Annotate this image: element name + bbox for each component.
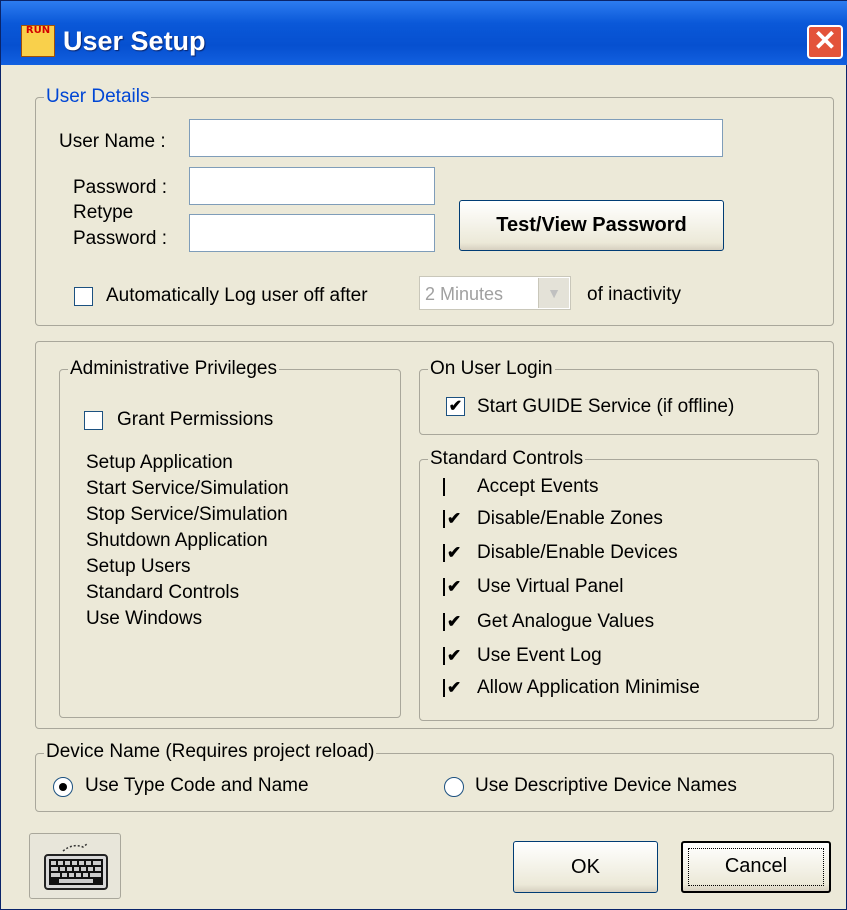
grant-permissions-label: Grant Permissions: [117, 409, 274, 430]
auto-logoff-checkbox[interactable]: [74, 287, 93, 306]
retype-password-input[interactable]: [189, 214, 435, 252]
admin-item: Setup Users: [86, 556, 191, 577]
accept-events-checkbox[interactable]: [443, 478, 463, 496]
auto-logoff-label: Automatically Log user off after: [106, 285, 368, 306]
standard-control-label: Use Virtual Panel: [477, 576, 624, 597]
window-title: User Setup: [63, 26, 206, 56]
app-icon: RUN: [21, 25, 55, 57]
user-details-legend: User Details: [44, 86, 152, 108]
inactivity-label: of inactivity: [587, 284, 681, 305]
standard-control-label: Use Event Log: [477, 645, 602, 666]
ok-label: OK: [571, 856, 600, 878]
test-view-password-button[interactable]: Test/View Password: [459, 200, 724, 251]
checkmark-icon: ✔: [448, 398, 463, 415]
chevron-down-icon[interactable]: ▼: [538, 278, 569, 308]
keyboard-button[interactable]: [29, 833, 121, 899]
user-name-input[interactable]: [189, 119, 723, 157]
ok-button[interactable]: OK: [513, 841, 658, 893]
admin-item: Use Windows: [86, 608, 203, 629]
standard-control-label: Get Analogue Values: [477, 611, 655, 632]
start-guide-label: Start GUIDE Service (if offline): [477, 396, 735, 417]
checkmark-icon: ✔: [447, 678, 462, 697]
cancel-label: Cancel: [724, 855, 788, 877]
on-user-login-legend: On User Login: [428, 358, 555, 380]
allow-minimise-checkbox[interactable]: ✔: [443, 679, 463, 697]
admin-item: Start Service/Simulation: [86, 478, 289, 499]
auto-logoff-select[interactable]: 2 Minutes ▼: [419, 276, 571, 310]
standard-controls-legend: Standard Controls: [428, 448, 586, 470]
descriptive-names-label: Use Descriptive Device Names: [475, 775, 737, 796]
disable-enable-devices-checkbox[interactable]: ✔: [443, 544, 463, 562]
close-button[interactable]: ✕: [807, 25, 843, 59]
checkmark-icon: ✔: [447, 646, 462, 665]
checkmark-icon: ✔: [447, 612, 462, 631]
admin-item: Standard Controls: [86, 582, 240, 603]
standard-control-label: Disable/Enable Devices: [477, 542, 678, 563]
test-view-password-label: Test/View Password: [496, 214, 687, 236]
admin-item: Stop Service/Simulation: [86, 504, 288, 525]
admin-item: Shutdown Application: [86, 530, 268, 551]
checkmark-icon: ✔: [447, 543, 462, 562]
descriptive-names-radio[interactable]: [444, 777, 464, 797]
retype-label-line2: Password :: [73, 228, 167, 249]
standard-control-label: Allow Application Minimise: [477, 677, 700, 698]
device-name-legend: Device Name (Requires project reload): [44, 741, 377, 763]
cancel-button[interactable]: Cancel: [681, 841, 831, 893]
use-event-log-checkbox[interactable]: ✔: [443, 647, 463, 665]
auto-logoff-select-value: 2 Minutes: [425, 284, 504, 304]
radio-selected-dot: [59, 783, 67, 791]
admin-item: Setup Application: [86, 452, 233, 473]
start-guide-checkbox[interactable]: ✔: [446, 397, 465, 416]
password-input[interactable]: [189, 167, 435, 205]
checkmark-icon: ✔: [447, 509, 462, 528]
use-virtual-panel-checkbox[interactable]: ✔: [443, 578, 463, 596]
close-icon: ✕: [813, 25, 837, 56]
get-analogue-values-checkbox[interactable]: ✔: [443, 613, 463, 631]
type-code-label: Use Type Code and Name: [85, 775, 309, 796]
type-code-radio[interactable]: [53, 777, 73, 797]
keyboard-icon: [44, 843, 108, 890]
retype-label-line1: Retype: [73, 202, 134, 223]
checkmark-icon: ✔: [447, 577, 462, 596]
app-icon-text: RUN: [25, 25, 51, 36]
grant-permissions-checkbox[interactable]: [84, 411, 103, 430]
title-bar[interactable]: RUN User Setup ✕: [1, 1, 847, 65]
password-label: Password :: [73, 177, 167, 198]
user-name-label: User Name :: [59, 131, 166, 152]
standard-control-label: Disable/Enable Zones: [477, 508, 663, 529]
admin-privileges-legend: Administrative Privileges: [68, 358, 279, 380]
disable-enable-zones-checkbox[interactable]: ✔: [443, 510, 463, 528]
user-setup-dialog: RUN User Setup ✕ User Details User Name …: [0, 0, 847, 910]
standard-control-label: Accept Events: [477, 476, 599, 497]
